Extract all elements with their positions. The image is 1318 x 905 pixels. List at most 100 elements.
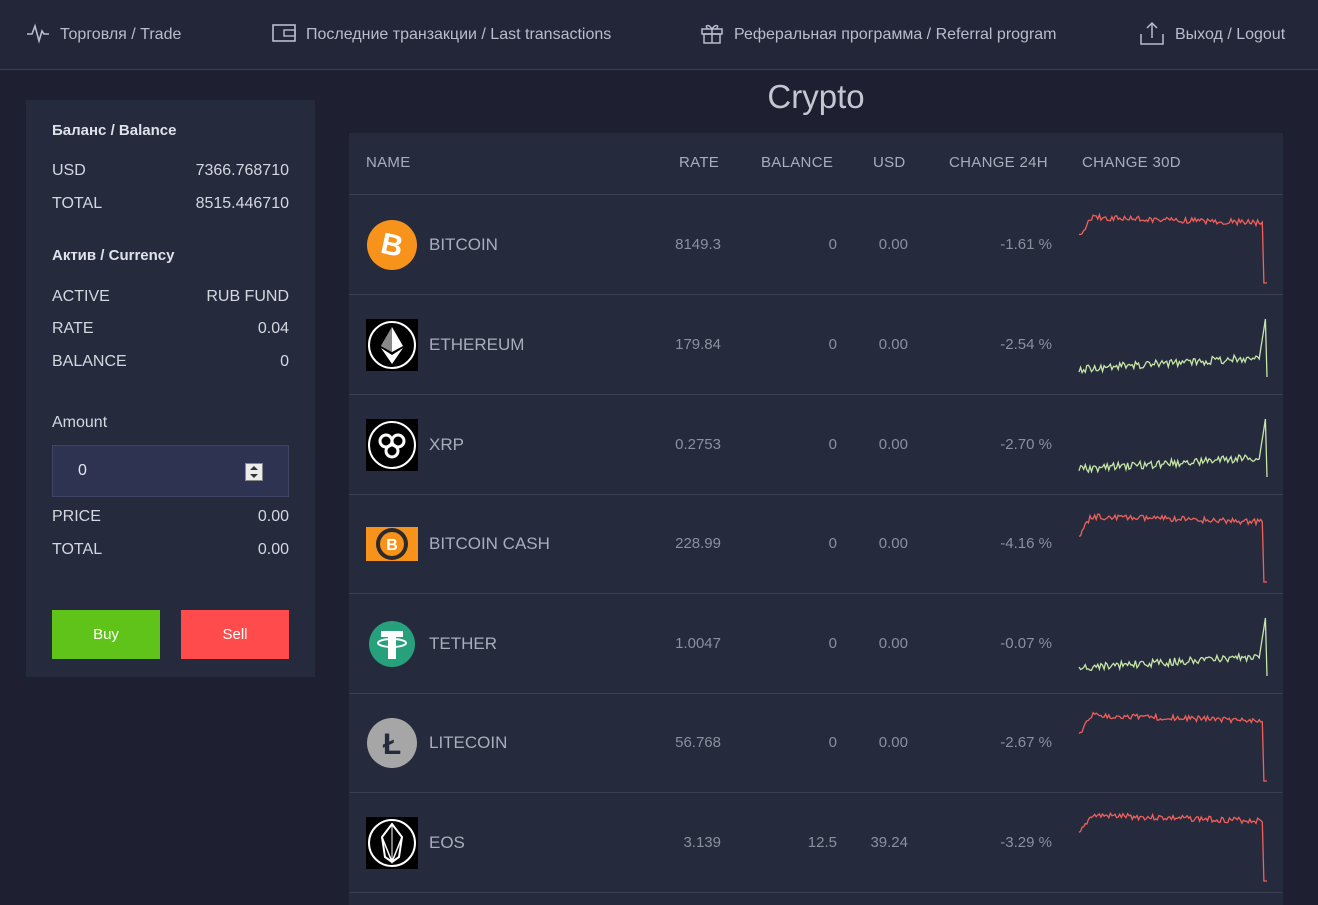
- coin-rate: 0.2753: [675, 436, 721, 453]
- price-row: PRICE 0.00: [52, 508, 289, 526]
- sparkline-path: [1078, 212, 1267, 284]
- nav-trade[interactable]: Торговля / Trade: [26, 0, 181, 70]
- rate-row: RATE 0.04: [52, 320, 289, 338]
- coin-usd: 0.00: [878, 535, 908, 552]
- page-title: Crypto: [767, 78, 865, 115]
- coin-change-24h: -2.70 %: [1000, 436, 1052, 453]
- litecoin-icon: Ł: [367, 718, 417, 768]
- coin-change-24h: -4.16 %: [1000, 535, 1052, 552]
- coin-balance: 0: [828, 436, 837, 453]
- svg-text:Ł: Ł: [383, 728, 401, 761]
- coin-balance: 0: [828, 336, 837, 353]
- coin-change-24h: -1.61 %: [1000, 236, 1052, 253]
- header-balance: BALANCE: [761, 154, 834, 171]
- nav-transactions[interactable]: Последние транзакции / Last transactions: [272, 0, 611, 70]
- bitcoin-icon: B: [367, 220, 417, 270]
- coin-balance: 0: [828, 734, 837, 751]
- coin-change-24h: -0.07 %: [1000, 635, 1052, 652]
- coin-change-24h: -2.67 %: [1000, 734, 1052, 751]
- order-total-label: TOTAL: [52, 541, 103, 558]
- nav-referral-label: Реферальная программа / Referral program: [734, 26, 1057, 43]
- coin-rate: 8149.3: [675, 236, 721, 253]
- ethereum-icon: [366, 319, 418, 371]
- buy-button[interactable]: Buy: [52, 610, 160, 659]
- coin-usd: 0.00: [878, 236, 908, 253]
- coin-balance: 0: [828, 236, 837, 253]
- coin-usd: 0.00: [878, 635, 908, 652]
- sparkline-path: [1078, 617, 1268, 677]
- coin-name: BITCOIN CASH: [429, 534, 550, 553]
- sell-button[interactable]: Sell: [181, 610, 289, 659]
- amount-label: Amount: [52, 414, 108, 431]
- bitcoin-cash-icon: B: [366, 527, 418, 561]
- sparkline-30d: [1078, 711, 1267, 782]
- nav-logout-label: Выход / Logout: [1175, 26, 1286, 43]
- pulse-icon: [26, 22, 60, 49]
- eos-icon: [366, 817, 418, 869]
- nav-referral[interactable]: Реферальная программа / Referral program: [700, 0, 1057, 70]
- currency-title: Актив / Currency: [52, 247, 175, 264]
- table-row[interactable]: EOS 3.139 12.5 39.24 -3.29 %: [349, 793, 1283, 893]
- sparkline-30d: [1078, 513, 1267, 583]
- rate-value: 0.04: [257, 320, 289, 337]
- coin-balance: 0: [828, 535, 837, 552]
- sparkline-path: [1078, 513, 1267, 583]
- coin-name: TETHER: [429, 634, 497, 653]
- amount-input[interactable]: 0: [52, 445, 289, 497]
- header-rate: RATE: [679, 154, 720, 171]
- coin-rate: 1.0047: [675, 635, 721, 652]
- balance-label: BALANCE: [52, 353, 127, 370]
- sparkline-path: [1078, 711, 1267, 782]
- balance-panel: Баланс / Balance USD 7366.768710 TOTAL 8…: [26, 100, 315, 677]
- usd-label: USD: [52, 162, 86, 179]
- table-row[interactable]: Ł LITECOIN 56.768 0 0.00 -2.67 %: [349, 693, 1283, 793]
- sparkline-30d: [1078, 617, 1268, 677]
- sparkline-path: [1078, 418, 1268, 478]
- sparkline-path: [1078, 811, 1267, 882]
- total-label: TOTAL: [52, 195, 103, 212]
- sparkline-30d: [1078, 318, 1268, 378]
- balance-row: BALANCE 0: [52, 353, 289, 371]
- active-row: ACTIVE RUB FUND: [52, 288, 289, 306]
- amount-stepper[interactable]: [245, 463, 263, 481]
- amount-value: 0: [78, 462, 87, 479]
- coin-usd: 0.00: [878, 436, 908, 453]
- table-row[interactable]: TETHER 1.0047 0 0.00 -0.07 %: [349, 594, 1283, 694]
- coin-name: XRP: [429, 435, 464, 454]
- total-value: 8515.446710: [195, 195, 289, 212]
- header-name: NAME: [366, 154, 411, 171]
- coin-name: EOS: [429, 833, 465, 852]
- sparkline-30d: [1078, 811, 1267, 882]
- balance-value: 0: [280, 353, 289, 370]
- table-row[interactable]: B BITCOIN CASH 228.99 0 0.00 -4.16 %: [349, 494, 1283, 594]
- coin-rate: 3.139: [683, 834, 721, 851]
- coin-rate: 56.768: [675, 734, 721, 751]
- active-label: ACTIVE: [52, 288, 110, 305]
- coin-usd: 39.24: [870, 834, 908, 851]
- coin-balance: 0: [828, 635, 837, 652]
- gift-icon: [700, 21, 734, 50]
- sparkline-30d: [1078, 418, 1268, 478]
- sparkline-30d: [1078, 212, 1267, 284]
- crypto-table: NAME RATE BALANCE USD CHANGE 24H CHANGE …: [349, 133, 1283, 905]
- active-value: RUB FUND: [206, 288, 289, 305]
- coin-balance: 12.5: [807, 834, 837, 851]
- svg-text:B: B: [386, 537, 398, 554]
- top-navigation: Торговля / Trade Последние транзакции / …: [0, 0, 1318, 70]
- stepper-arrows-icon: [250, 466, 258, 478]
- coin-name: LITECOIN: [429, 733, 508, 752]
- table-header: NAME RATE BALANCE USD CHANGE 24H CHANGE …: [349, 133, 1283, 195]
- table-row[interactable]: XRP 0.2753 0 0.00 -2.70 %: [349, 395, 1283, 495]
- table-row[interactable]: ETHEREUM 179.84 0 0.00 -2.54 %: [349, 295, 1283, 395]
- nav-trade-label: Торговля / Trade: [60, 26, 182, 43]
- header-usd: USD: [873, 154, 906, 171]
- nav-logout[interactable]: Выход / Logout: [1139, 0, 1285, 70]
- upload-icon: [1139, 20, 1175, 51]
- header-change-30d: CHANGE 30D: [1082, 154, 1181, 171]
- coin-change-24h: -2.54 %: [1000, 336, 1052, 353]
- table-row[interactable]: B BITCOIN 8149.3 0 0.00 -1.61 %: [349, 195, 1283, 295]
- price-value: 0.00: [257, 508, 289, 525]
- wallet-icon: [272, 22, 306, 49]
- nav-transactions-label: Последние транзакции / Last transactions: [306, 26, 612, 43]
- order-total-row: TOTAL 0.00: [52, 541, 289, 559]
